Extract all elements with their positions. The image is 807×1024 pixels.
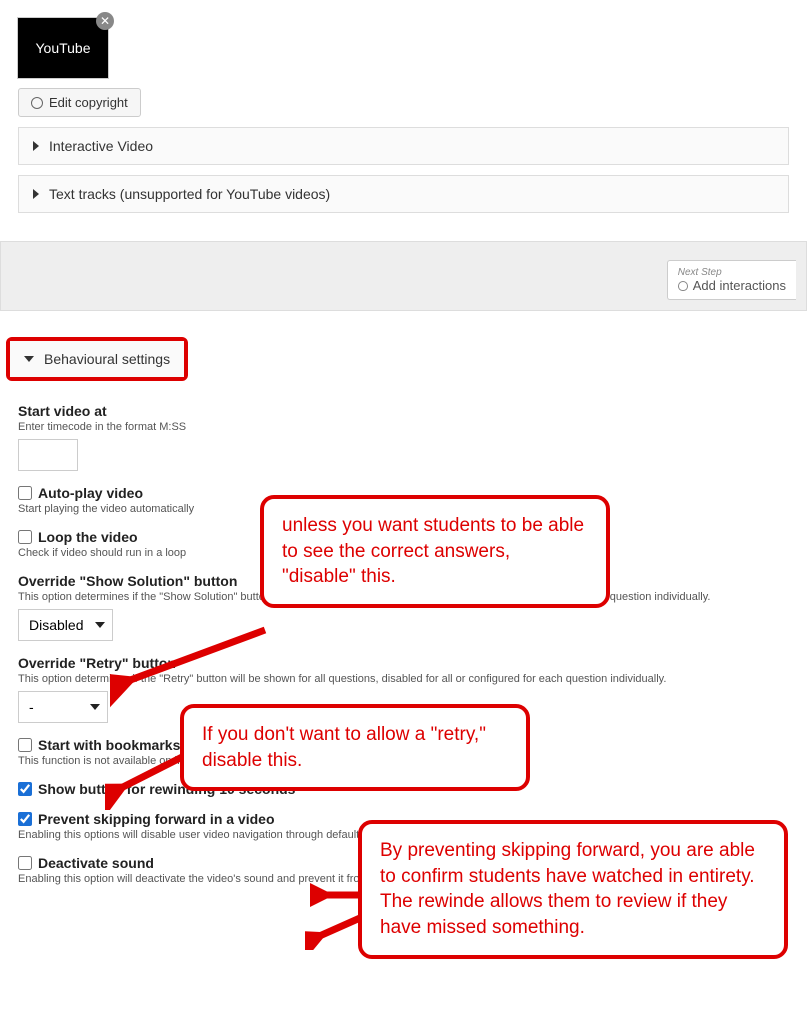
field-label: Start video at	[18, 403, 789, 419]
caret-right-icon	[33, 141, 39, 151]
field-hint: Enter timecode in the format M:SS	[18, 421, 789, 433]
field-label: Auto-play video	[38, 485, 143, 501]
accordion-label: Interactive Video	[49, 138, 153, 154]
deactivate-sound-checkbox[interactable]	[18, 856, 32, 870]
behavioural-settings-header[interactable]: Behavioural settings	[10, 341, 184, 377]
autoplay-checkbox[interactable]	[18, 486, 32, 500]
close-icon[interactable]: ✕	[96, 12, 114, 30]
edit-copyright-label: Edit copyright	[49, 95, 128, 110]
caret-down-icon	[24, 356, 34, 362]
field-label: Loop the video	[38, 529, 138, 545]
youtube-thumb-label: YouTube	[35, 40, 90, 56]
edit-copyright-button[interactable]: Edit copyright	[18, 88, 141, 117]
caret-right-icon	[33, 189, 39, 199]
bookmarks-checkbox[interactable]	[18, 738, 32, 752]
section-title: Behavioural settings	[44, 351, 170, 367]
next-step-label: Next Step	[678, 267, 786, 278]
annotation-arrow	[110, 620, 280, 710]
field-label: Prevent skipping forward in a video	[38, 811, 275, 827]
copyright-icon	[31, 97, 43, 109]
override-retry-select[interactable]: -	[18, 691, 108, 723]
prevent-skip-checkbox[interactable]	[18, 812, 32, 826]
accordion-text-tracks[interactable]: Text tracks (unsupported for YouTube vid…	[18, 175, 789, 213]
annotation-callout-2: If you don't want to allow a "retry," di…	[180, 704, 530, 791]
start-at-input[interactable]	[18, 439, 78, 471]
annotation-callout-1: unless you want students to be able to s…	[260, 495, 610, 608]
next-step-button[interactable]: Next Step Add interactions	[667, 260, 796, 300]
youtube-thumbnail[interactable]: YouTube ✕	[18, 18, 108, 78]
next-step-bar: Next Step Add interactions	[0, 241, 807, 311]
accordion-label: Text tracks (unsupported for YouTube vid…	[49, 186, 330, 202]
field-start-video-at: Start video at Enter timecode in the for…	[18, 403, 789, 471]
override-solution-select[interactable]: Disabled	[18, 609, 113, 641]
accordion-interactive-video[interactable]: Interactive Video	[18, 127, 789, 165]
annotation-highlight: Behavioural settings	[6, 337, 188, 381]
rewind10-checkbox[interactable]	[18, 782, 32, 796]
annotation-callout-3: By preventing skipping forward, you are …	[358, 820, 788, 959]
lightbulb-icon	[678, 281, 688, 291]
loop-checkbox[interactable]	[18, 530, 32, 544]
next-step-action: Add interactions	[693, 278, 786, 293]
field-label: Deactivate sound	[38, 855, 154, 871]
